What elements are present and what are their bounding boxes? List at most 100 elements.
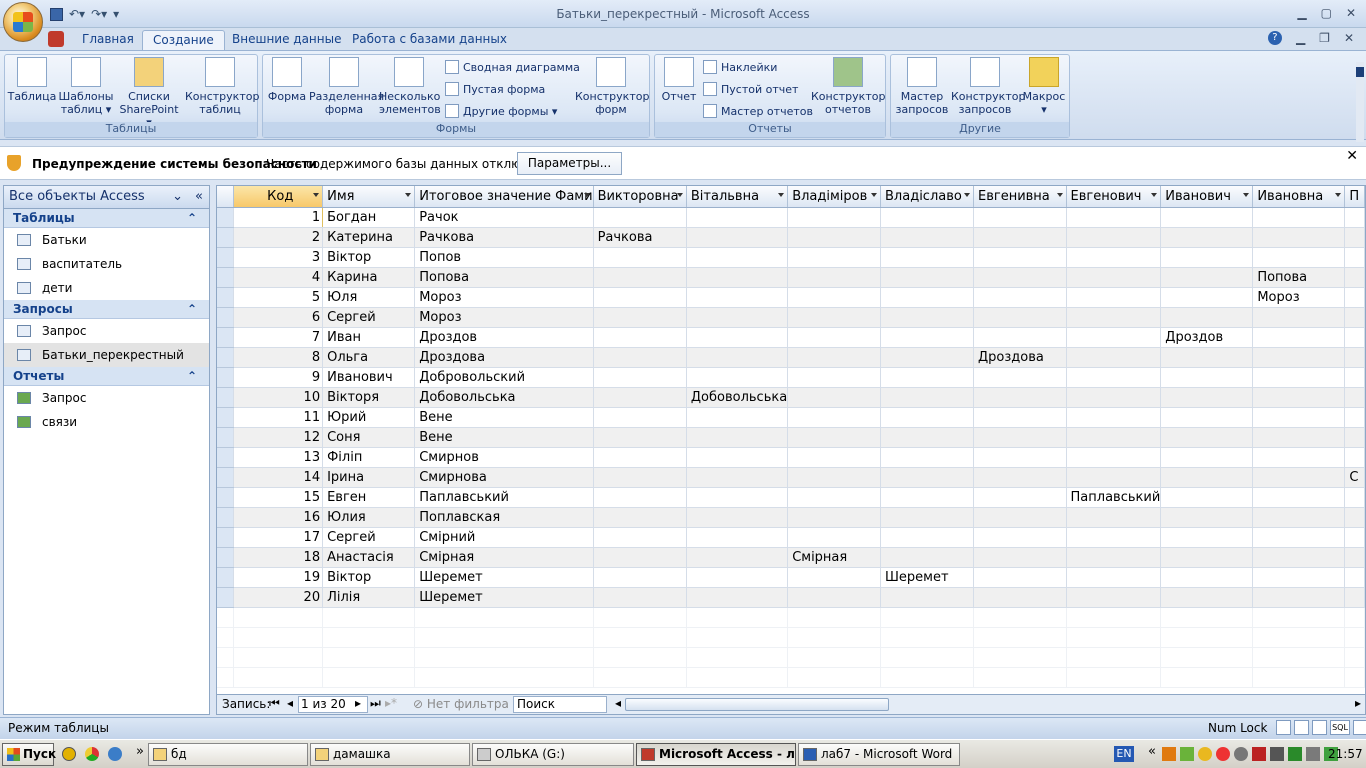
table-cell[interactable] [1252,467,1346,488]
query-designer-button[interactable]: Конструктор запросов [951,57,1025,116]
table-cell[interactable]: Юля [322,287,416,308]
table-cell[interactable]: Смірная [787,547,882,568]
table-cell[interactable] [593,267,687,288]
table-cell[interactable] [593,427,687,448]
scroll-right-icon[interactable]: ▸ [1355,696,1361,710]
table-cell[interactable] [1344,347,1365,368]
table-cell[interactable]: Мороз [1252,287,1346,308]
table-cell[interactable] [1344,267,1365,288]
table-cell[interactable] [787,447,882,468]
table-cell[interactable]: Смірная [414,547,594,568]
table-cell[interactable]: Соня [322,427,416,448]
table-cell[interactable] [973,387,1067,408]
table-cell[interactable]: Иванович [322,367,416,388]
table-cell[interactable] [880,587,974,608]
table-cell[interactable]: Смирнов [414,447,594,468]
row-selector[interactable] [217,227,235,248]
table-cell[interactable] [1160,427,1254,448]
table-cell[interactable]: Віктор [322,567,416,588]
table-cell[interactable]: Добровольский [414,367,594,388]
start-button[interactable]: Пуск [2,743,56,766]
sql-view-icon[interactable]: SQL [1330,720,1350,735]
table-cell[interactable] [593,527,687,548]
table-cell[interactable] [1066,287,1162,308]
tray-icon-3[interactable] [1198,747,1212,761]
table-cell[interactable] [1252,527,1346,548]
table-cell[interactable] [1252,367,1346,388]
row-selector[interactable] [217,287,235,308]
table-cell[interactable] [973,327,1067,348]
row-selector[interactable] [217,267,235,288]
more-forms-button[interactable]: Другие формы ▾ [445,102,557,120]
tab-home[interactable]: Главная [72,30,144,50]
datasheet-view-icon[interactable] [1276,720,1291,735]
table-cell[interactable]: 20 [233,587,324,608]
table-cell[interactable] [1252,507,1346,528]
table-cell[interactable] [1252,347,1346,368]
table-cell[interactable] [1160,567,1254,588]
next-record-icon[interactable]: ▸ [355,696,361,710]
table-cell[interactable] [1252,487,1346,508]
table-cell[interactable] [880,307,974,328]
search-input[interactable]: Поиск [513,696,607,713]
table-cell[interactable]: Дроздова [414,347,594,368]
table-cell[interactable] [787,367,882,388]
table-cell[interactable] [1344,547,1365,568]
table-cell[interactable] [973,367,1067,388]
table-cell[interactable] [686,367,789,388]
table-cell[interactable] [593,447,687,468]
split-form-button[interactable]: Разделенная форма [309,57,384,116]
table-cell[interactable]: 16 [233,507,324,528]
table-cell[interactable] [1252,547,1346,568]
table-cell[interactable] [973,587,1067,608]
table-cell[interactable] [593,387,687,408]
table-cell[interactable] [686,247,789,268]
table-cell[interactable]: Рачок [414,207,594,228]
table-cell[interactable] [1066,567,1162,588]
column-dropdown-icon[interactable] [676,193,683,197]
table-cell[interactable] [1344,407,1365,428]
column-dropdown-icon[interactable] [1335,193,1342,197]
labels-button[interactable]: Наклейки [703,58,777,76]
table-cell[interactable]: 3 [233,247,324,268]
table-cell[interactable] [1160,227,1254,248]
table-cell[interactable] [1344,387,1365,408]
table-templates-button[interactable]: Шаблоны таблиц ▾ [57,57,115,116]
table-cell[interactable] [593,567,687,588]
table-cell[interactable] [1344,447,1365,468]
taskbar-item-access[interactable]: Microsoft Access - л... [636,743,796,766]
row-selector[interactable] [217,467,235,488]
ribbon-scroll-thumb[interactable] [1356,67,1364,77]
table-cell[interactable]: Паплавський [414,487,594,508]
blank-report-button[interactable]: Пустой отчет [703,80,798,98]
table-cell[interactable]: 10 [233,387,324,408]
table-cell[interactable] [880,387,974,408]
table-cell[interactable] [686,567,789,588]
nav-item-report-zapros[interactable]: Запрос [4,386,209,410]
table-cell[interactable]: Сергей [322,307,416,328]
table-cell[interactable] [686,207,789,228]
column-header[interactable]: Иванович [1160,186,1254,208]
section-collapse-icon[interactable]: ⌃ [187,367,197,386]
table-cell[interactable] [973,227,1067,248]
table-cell[interactable] [1344,247,1365,268]
table-cell[interactable] [973,467,1067,488]
column-header[interactable]: Владіславо [880,186,974,208]
table-cell[interactable] [880,247,974,268]
table-cell[interactable] [973,407,1067,428]
column-header[interactable]: Итоговое значение Фами [414,186,594,208]
scroll-left-icon[interactable]: ◂ [615,696,621,710]
row-selector[interactable] [217,547,235,568]
column-header[interactable]: Ивановна [1252,186,1346,208]
table-cell[interactable]: Мороз [414,287,594,308]
table-cell[interactable] [1252,567,1346,588]
column-header[interactable]: Вітальвна [686,186,789,208]
table-cell[interactable] [593,507,687,528]
table-cell[interactable]: Вене [414,427,594,448]
close-icon[interactable]: ✕ [1346,6,1356,20]
tab-create[interactable]: Создание [142,30,225,50]
doc-restore-icon[interactable]: ❐ [1319,31,1330,45]
prev-record-icon[interactable]: ◂ [287,696,293,710]
table-cell[interactable] [1066,347,1162,368]
table-cell[interactable] [787,407,882,428]
